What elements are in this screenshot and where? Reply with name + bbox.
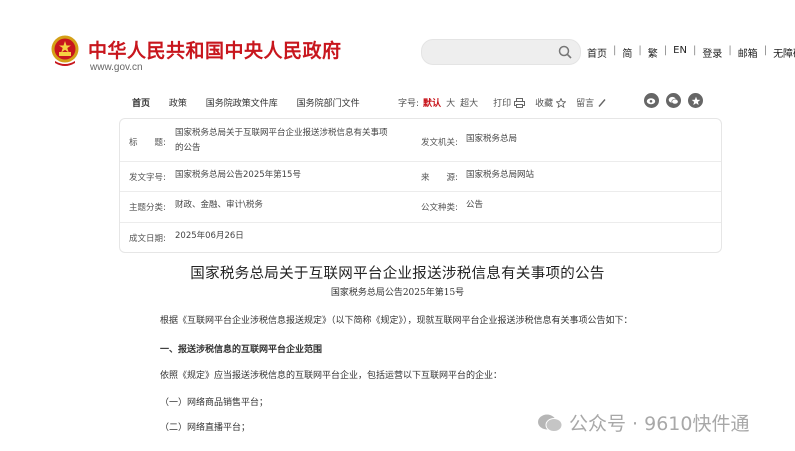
font-size-default[interactable]: 默认 xyxy=(423,96,441,109)
site-title[interactable]: 中华人民共和国中央人民政府 xyxy=(88,36,342,63)
title-key: 标 题: xyxy=(129,138,166,148)
doctype-key: 公文种类: xyxy=(421,203,458,213)
print-button[interactable]: 打印 xyxy=(493,96,526,109)
issuer-key: 发文机关: xyxy=(421,138,458,148)
font-size-large[interactable]: 大 xyxy=(446,96,455,109)
wechat-icon[interactable] xyxy=(666,93,681,108)
top-links: 首页 | 简 | 繁 | EN | 登录 | 邮箱 | 无障碍 xyxy=(587,45,795,60)
source-value: 国家税务总局网站 xyxy=(466,170,535,180)
page-tools: 字号: 默认 大 超大 打印 收藏 留言 xyxy=(398,96,607,109)
comment-label: 留言 xyxy=(576,99,595,109)
divider: | xyxy=(663,45,668,56)
comment-button[interactable]: 留言 xyxy=(576,96,607,109)
print-label: 打印 xyxy=(493,99,512,109)
info-row: 标 题: 国家税务总局关于互联网平台企业报送涉税信息有关事项的公告 发文机关: … xyxy=(120,119,721,162)
date-value: 2025年06月26日 xyxy=(175,231,244,241)
search-input[interactable] xyxy=(432,40,556,64)
watermark: 公众号 · 9610快件通 xyxy=(537,409,749,436)
national-emblem-icon xyxy=(51,35,79,66)
star-icon xyxy=(556,97,567,108)
divider: | xyxy=(692,45,697,56)
divider: | xyxy=(613,45,617,56)
docno-key: 发文字号: xyxy=(129,173,166,183)
print-icon xyxy=(514,97,526,108)
divider: | xyxy=(763,45,768,56)
info-row: 成文日期: 2025年06月26日 xyxy=(120,222,721,252)
pen-icon xyxy=(598,98,606,107)
info-row: 主题分类: 财政、金融、审计\税务 公文种类: 公告 xyxy=(120,191,721,223)
doctype-value: 公告 xyxy=(466,200,484,210)
wechat-logo-icon xyxy=(538,414,563,432)
list-item: （一）网络商品销售平台； xyxy=(160,398,269,408)
link-mail[interactable]: 邮箱 xyxy=(738,45,758,60)
document-title: 国家税务总局关于互联网平台企业报送涉税信息有关事项的公告 xyxy=(190,266,605,282)
link-traditional[interactable]: 繁 xyxy=(648,45,658,60)
subject-value: 财政、金融、审计\税务 xyxy=(175,200,263,210)
info-row: 发文字号: 国家税务总局公告2025年第15号 来 源: 国家税务总局网站 xyxy=(120,161,721,192)
title-value: 国家税务总局关于互联网平台企业报送涉税信息有关事项的公告 xyxy=(175,128,388,153)
source-key: 来 源: xyxy=(421,173,458,183)
weibo-icon[interactable] xyxy=(644,93,659,108)
link-login[interactable]: 登录 xyxy=(702,45,722,60)
watermark-text: 公众号 · 9610快件通 xyxy=(569,413,750,435)
share-icons xyxy=(644,93,710,108)
list-item: （二）网络直播平台； xyxy=(160,423,251,433)
link-english[interactable]: EN xyxy=(673,45,687,60)
link-simplified[interactable]: 简 xyxy=(622,45,632,60)
link-home[interactable]: 首页 xyxy=(587,45,607,60)
section-heading: 一、报送涉税信息的互联网平台企业范围 xyxy=(160,345,323,355)
breadcrumb: 首页 政策 国务院政策文件库 国务院部门文件 xyxy=(132,96,376,109)
site-header: 中华人民共和国中央人民政府 www.gov.cn 首页 | 简 | 繁 | EN… xyxy=(0,0,795,88)
section-text: 依照《规定》应当报送涉税信息的互联网平台企业，包括运营以下互联网平台的企业： xyxy=(160,371,503,381)
document-intro: 根据《互联网平台企业涉税信息报送规定》（以下简称《规定》），现就互联网平台企业报… xyxy=(160,316,633,326)
font-size-label: 字号: xyxy=(398,99,420,109)
qzone-icon[interactable] xyxy=(688,93,703,108)
link-accessibility[interactable]: 无障碍 xyxy=(773,45,795,60)
breadcrumb-home[interactable]: 首页 xyxy=(132,99,150,109)
breadcrumb-department-files[interactable]: 国务院部门文件 xyxy=(297,99,360,109)
collect-label: 收藏 xyxy=(535,99,554,109)
document-number: 国家税务总局公告2025年第15号 xyxy=(330,288,465,298)
font-size-xlarge[interactable]: 超大 xyxy=(460,96,478,109)
collect-button[interactable]: 收藏 xyxy=(535,96,567,109)
search-icon[interactable] xyxy=(558,45,572,59)
docno-value: 国家税务总局公告2025年第15号 xyxy=(175,170,301,180)
search-box[interactable] xyxy=(421,39,581,65)
breadcrumb-policy[interactable]: 政策 xyxy=(169,99,187,109)
document-info-table: 标 题: 国家税务总局关于互联网平台企业报送涉税信息有关事项的公告 发文机关: … xyxy=(119,118,722,253)
date-key: 成文日期: xyxy=(129,234,166,244)
issuer-value: 国家税务总局 xyxy=(466,134,518,144)
divider: | xyxy=(728,45,732,56)
site-url: www.gov.cn xyxy=(90,62,143,73)
subject-key: 主题分类: xyxy=(129,203,166,213)
breadcrumb-policy-library[interactable]: 国务院政策文件库 xyxy=(206,99,278,109)
divider: | xyxy=(638,45,642,56)
